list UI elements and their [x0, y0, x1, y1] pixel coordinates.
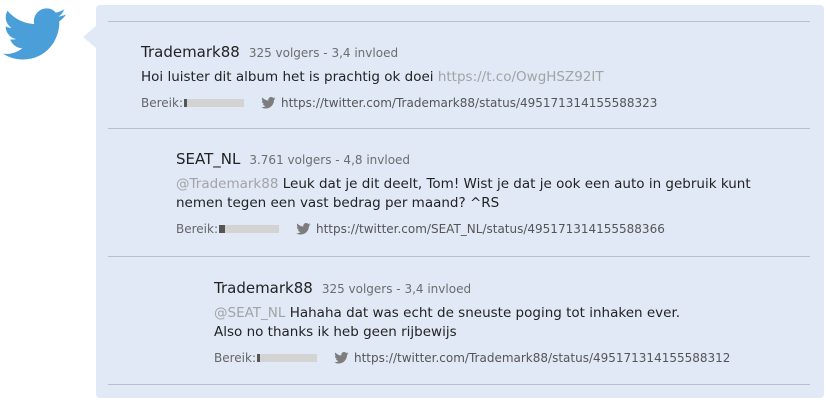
reach-fill — [219, 225, 225, 233]
tweet-text: @SEAT_NL Hahaha dat was echt de sneuste … — [214, 304, 804, 342]
tweet-line: @SEAT_NL Hahaha dat was echt de sneuste … — [214, 304, 804, 323]
tweet-header: Trademark88 325 volgers - 3,4 invloed — [141, 43, 801, 61]
reach-label: Bereik: — [141, 96, 183, 110]
tweet-body: Hoi luister dit album het is prachtig ok… — [141, 69, 438, 85]
reach-label: Bereik: — [214, 351, 256, 365]
mention-link[interactable]: @Trademark88 — [176, 176, 278, 192]
divider — [108, 21, 810, 22]
status-link[interactable]: https://twitter.com/Trademark88/status/4… — [281, 96, 657, 110]
divider — [108, 384, 810, 385]
tweet: SEAT_NL 3.761 volgers - 4,8 invloed @Tra… — [176, 150, 776, 236]
tweet-header: SEAT_NL 3.761 volgers - 4,8 invloed — [176, 150, 776, 168]
reach-bar — [257, 354, 317, 362]
reach-bar — [184, 99, 244, 107]
tweet-meta: Bereik: https://twitter.com/SEAT_NL/stat… — [176, 222, 776, 236]
user-stats: 3.761 volgers - 4,8 invloed — [249, 153, 411, 167]
tweet-body: Hahaha dat was echt de sneuste poging to… — [285, 305, 681, 321]
twitter-bird-icon — [3, 8, 66, 60]
tweet: Trademark88 325 volgers - 3,4 invloed Ho… — [141, 43, 801, 110]
user-name[interactable]: Trademark88 — [214, 279, 313, 297]
tweet-text: @Trademark88 Leuk dat je dit deelt, Tom!… — [176, 175, 776, 213]
divider — [108, 128, 810, 129]
tweet-meta: Bereik: https://twitter.com/Trademark88/… — [141, 96, 801, 110]
divider — [108, 256, 810, 257]
reach-bar — [219, 225, 279, 233]
panel-pointer — [83, 26, 96, 48]
user-stats: 325 volgers - 3,4 invloed — [321, 282, 472, 296]
reach-label: Bereik: — [176, 222, 218, 236]
reach-fill — [257, 354, 260, 362]
mention-link[interactable]: @SEAT_NL — [214, 305, 285, 321]
twitter-bird-small-icon — [261, 97, 276, 109]
user-name[interactable]: SEAT_NL — [176, 150, 240, 168]
tweet-header: Trademark88 325 volgers - 3,4 invloed — [214, 279, 804, 297]
user-stats: 325 volgers - 3,4 invloed — [248, 46, 399, 60]
reach-fill — [184, 99, 187, 107]
tweet-text: Hoi luister dit album het is prachtig ok… — [141, 68, 801, 87]
user-name[interactable]: Trademark88 — [141, 43, 240, 61]
twitter-bird-small-icon — [296, 223, 311, 235]
status-link[interactable]: https://twitter.com/Trademark88/status/4… — [354, 351, 730, 365]
tweet-meta: Bereik: https://twitter.com/Trademark88/… — [214, 351, 804, 365]
twitter-bird-small-icon — [334, 352, 349, 364]
status-link[interactable]: https://twitter.com/SEAT_NL/status/49517… — [316, 222, 665, 236]
tweet: Trademark88 325 volgers - 3,4 invloed @S… — [214, 279, 804, 365]
tweet-link[interactable]: https://t.co/OwgHSZ92IT — [438, 69, 604, 85]
tweet-line: Also no thanks ik heb geen rijbewijs — [214, 324, 457, 340]
